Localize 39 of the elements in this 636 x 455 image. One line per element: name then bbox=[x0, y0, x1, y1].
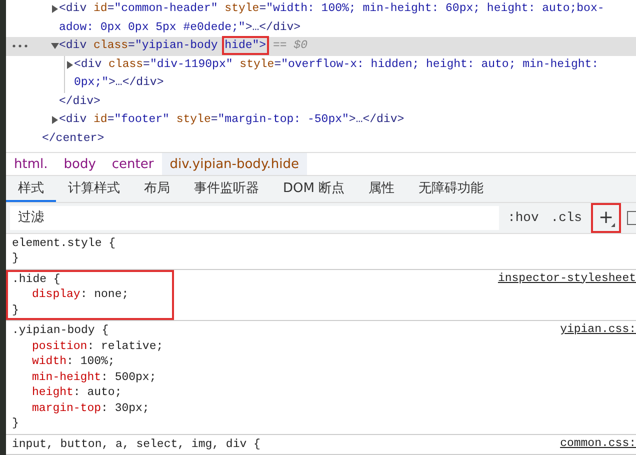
toggle-button[interactable]: :hov bbox=[504, 208, 542, 227]
closing-tag: </center> bbox=[6, 130, 636, 148]
filter-field[interactable]: 过滤 bbox=[10, 206, 499, 230]
css-declaration[interactable]: height: auto; bbox=[12, 385, 630, 400]
breadcrumb[interactable]: html. bbox=[6, 153, 56, 176]
sidebar-toggle-icon[interactable] bbox=[627, 210, 636, 224]
closing-brace: } bbox=[12, 416, 20, 432]
closing-brace: } bbox=[12, 302, 20, 318]
panel-tab[interactable]: 计算样式 bbox=[56, 176, 132, 202]
dom-node-line[interactable]: <div class="div-1190px" style="overflow-x: hidden; height: auto; min-height: bbox=[74, 56, 606, 74]
breadcrumb[interactable]: div.yipian-body.hide bbox=[162, 153, 308, 176]
panel-tab[interactable]: 事件监听器 bbox=[182, 176, 271, 202]
css-declaration[interactable]: width: 100%; bbox=[12, 354, 630, 370]
panel-tab[interactable]: 布局 bbox=[132, 176, 182, 202]
css-declaration[interactable]: min-height: 500px; bbox=[12, 370, 630, 385]
more-icon[interactable] bbox=[12, 44, 28, 48]
css-declaration[interactable]: display: none; bbox=[12, 287, 172, 302]
panel-tab[interactable]: 无障碍功能 bbox=[406, 176, 496, 202]
css-selector: element.style { bbox=[12, 236, 116, 251]
dom-node-line[interactable]: 0px;">…</div> bbox=[74, 74, 606, 92]
stylesheet-link[interactable]: yipian.css: bbox=[560, 323, 636, 336]
stylesheet-link[interactable]: common.css: bbox=[560, 436, 636, 450]
css-selector: .yipian-body { bbox=[12, 323, 109, 338]
css-declaration[interactable]: margin-top: 30px; bbox=[12, 400, 630, 416]
breadcrumb[interactable]: body bbox=[56, 153, 104, 176]
closing-brace: } bbox=[12, 251, 20, 266]
closing-tag: </div> bbox=[6, 92, 636, 111]
stylesheet-link[interactable]: inspector-stylesheet bbox=[498, 272, 636, 284]
new-rule-button[interactable]: + bbox=[591, 202, 621, 232]
breadcrumb[interactable]: center bbox=[104, 153, 162, 176]
panel-tab[interactable]: 属性 bbox=[356, 176, 407, 202]
dom-node-line[interactable]: adow: 0px 0px 5px #e0dede;">…</div> bbox=[59, 18, 604, 37]
dom-node-line[interactable]: <div id="footer" style="margin-top: -50px">…</div> bbox=[59, 111, 404, 130]
css-selector: .hide { bbox=[12, 272, 60, 287]
css-selector: input, button, a, select, img, div { bbox=[12, 436, 260, 452]
toggle-button[interactable]: .cls bbox=[548, 208, 585, 227]
panel-tab[interactable]: DOM 断点 bbox=[271, 176, 357, 202]
dom-node-line[interactable]: <div id="common-header" style="width: 100%; min-height: 60px; height: auto;box- bbox=[59, 0, 604, 18]
css-declaration[interactable]: position: relative; bbox=[12, 338, 630, 354]
